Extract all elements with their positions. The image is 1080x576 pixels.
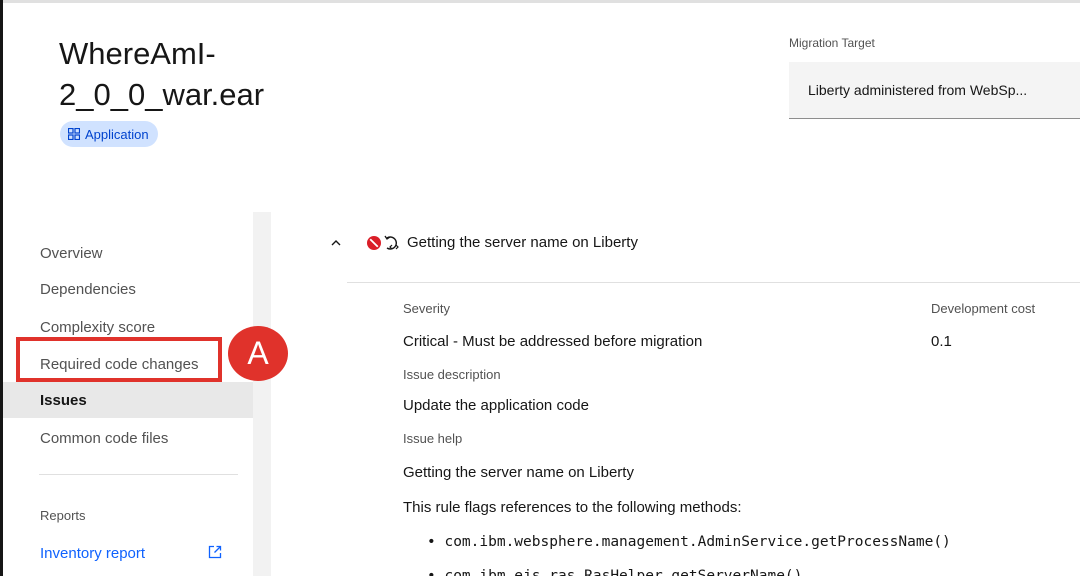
chevron-up-icon[interactable]	[329, 236, 343, 255]
page-title-line-1: WhereAmI-	[59, 36, 216, 71]
issue-help-text: This rule flags references to the follow…	[403, 499, 742, 516]
severity-label: Severity	[403, 301, 450, 316]
sidebar-item-label: Required code changes	[40, 355, 199, 373]
external-link-icon	[207, 544, 223, 564]
method-list-item: • com.ibm.ejs.ras.RasHelper.getServerNam…	[427, 568, 803, 576]
application-tag: Application	[60, 121, 158, 147]
code-rule-icon	[383, 234, 403, 257]
sidebar-item-common-code-files[interactable]: Common code files	[3, 420, 253, 456]
issue-description-label: Issue description	[403, 367, 501, 382]
critical-icon	[366, 235, 382, 256]
reports-heading: Reports	[40, 508, 86, 523]
sidebar-item-overview[interactable]: Overview	[3, 235, 253, 271]
sidebar-item-label: Complexity score	[40, 318, 156, 336]
migration-target-label: Migration Target	[789, 36, 875, 50]
sidebar-nav: Overview Dependencies Complexity score R…	[3, 212, 253, 576]
severity-value: Critical - Must be addressed before migr…	[403, 333, 703, 350]
application-tag-label: Application	[85, 126, 149, 142]
issue-description-value: Update the application code	[403, 397, 589, 414]
annotation-badge: A	[228, 326, 288, 381]
development-cost-label: Development cost	[931, 301, 1036, 316]
sidebar-item-required-code-changes[interactable]: Required code changes	[3, 346, 253, 382]
page-header: WhereAmI- 2_0_0_war.ear Application Migr…	[3, 3, 1080, 212]
development-cost-value: 0.1	[931, 333, 952, 350]
sidebar-divider	[39, 474, 238, 475]
issue-detail-panel: Getting the server name on Liberty Sever…	[271, 212, 1080, 576]
migration-target-value: Liberty administered from WebSp...	[808, 82, 1028, 98]
issue-help-title: Getting the server name on Liberty	[403, 464, 634, 481]
sidebar-item-label: Common code files	[40, 429, 169, 447]
page-title-line-2: 2_0_0_war.ear	[59, 77, 265, 112]
migration-target-select[interactable]: Liberty administered from WebSp...	[789, 62, 1080, 119]
page-title: WhereAmI- 2_0_0_war.ear	[59, 33, 319, 115]
method-list-item: • com.ibm.websphere.management.AdminServ…	[427, 534, 951, 550]
issue-divider	[347, 282, 1080, 283]
sidebar-item-label: Overview	[40, 244, 103, 262]
issue-title: Getting the server name on Liberty	[407, 234, 638, 251]
inventory-report-link[interactable]: Inventory report	[40, 540, 240, 566]
issue-help-label: Issue help	[403, 431, 463, 446]
sidebar-item-label: Issues	[40, 391, 87, 409]
inventory-report-label: Inventory report	[40, 544, 146, 562]
content-gutter	[253, 212, 271, 576]
sidebar-item-complexity-score[interactable]: Complexity score	[3, 309, 253, 345]
sidebar-item-dependencies[interactable]: Dependencies	[3, 271, 253, 307]
application-icon	[68, 128, 80, 140]
sidebar-item-label: Dependencies	[40, 280, 136, 298]
sidebar-item-issues[interactable]: Issues	[3, 382, 253, 418]
issue-accordion-header[interactable]: Getting the server name on Liberty	[271, 212, 1080, 274]
